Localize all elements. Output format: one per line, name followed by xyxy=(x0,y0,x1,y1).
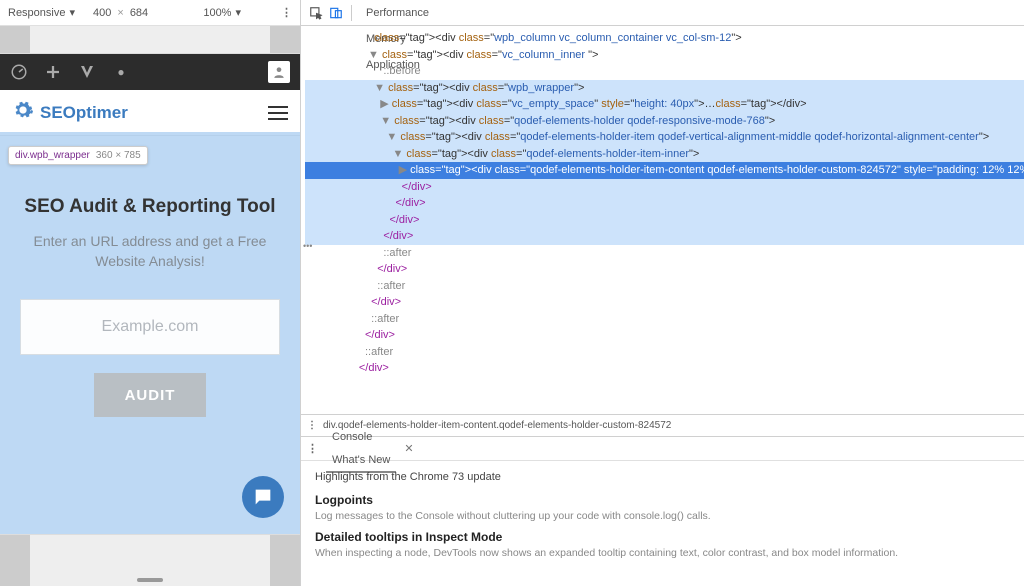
dom-node[interactable]: ::after xyxy=(305,278,1024,295)
chevron-down-icon: ▾ xyxy=(235,6,241,19)
plus-icon[interactable] xyxy=(44,63,62,81)
device-toolbar: Responsive ▾ 400 × 684 100% ▾ ⋮ xyxy=(0,0,300,26)
dom-node[interactable]: ▼ class="tag"><div class="wpb_wrapper"> xyxy=(305,80,1024,97)
rendered-page: ● SEOptimer div.wpb_wrapper 360 × 785 xyxy=(0,54,300,534)
audit-button[interactable]: AUDIT xyxy=(94,373,206,417)
devtools-main-tabs: ElementsConsoleSourcesNetworkPerformance… xyxy=(301,0,1024,26)
dom-node[interactable]: </div> xyxy=(305,360,1024,377)
tooltip-size: 360 × 785 xyxy=(96,150,141,161)
dom-node[interactable]: </div> xyxy=(305,179,1024,196)
inspect-tooltip: div.wpb_wrapper 360 × 785 xyxy=(8,146,148,165)
dom-node[interactable]: ▼ class="tag"><div class="qodef-elements… xyxy=(305,146,1024,163)
tooltip-selector: div.wpb_wrapper xyxy=(15,150,90,161)
dom-node[interactable]: ▶ class="tag"><div class="qodef-elements… xyxy=(305,162,1024,179)
logo-text: SEOptimer xyxy=(40,103,128,123)
breadcrumb-trail[interactable]: ⋮ div.qodef-elements-holder-item-content… xyxy=(301,414,1024,436)
dom-node[interactable]: </div> xyxy=(305,294,1024,311)
device-width-input[interactable]: 400 xyxy=(93,7,111,19)
whats-new-content: Highlights from the Chrome 73 update Log… xyxy=(301,461,1024,586)
dom-node[interactable]: ::after xyxy=(305,311,1024,328)
hero-title: SEO Audit & Reporting Tool xyxy=(14,196,286,218)
dom-node[interactable]: ::after xyxy=(305,245,1024,262)
hero-subtitle: Enter an URL address and get a Free Webs… xyxy=(14,232,286,271)
gear-icon xyxy=(12,99,34,126)
dom-node[interactable]: ▼ class="tag"><div class="qodef-elements… xyxy=(305,113,1024,130)
dom-tree[interactable]: ••• class="tag"><div class="wpb_column v… xyxy=(301,26,1024,414)
device-canvas: ● SEOptimer div.wpb_wrapper 360 × 785 xyxy=(0,26,300,586)
dom-node[interactable]: ::before xyxy=(305,63,1024,80)
devtools-pane: ElementsConsoleSourcesNetworkPerformance… xyxy=(301,0,1024,586)
dashboard-icon[interactable] xyxy=(10,63,28,81)
device-toolbar-menu-icon[interactable]: ⋮ xyxy=(281,6,292,19)
dom-node[interactable]: </div> xyxy=(305,327,1024,344)
device-height-input[interactable]: 684 xyxy=(130,7,148,19)
dom-node[interactable]: </div> xyxy=(305,261,1024,278)
dom-node[interactable]: </div> xyxy=(305,195,1024,212)
dom-node[interactable]: ▼ class="tag"><div class="qodef-elements… xyxy=(305,129,1024,146)
chevron-down-icon: ▾ xyxy=(69,6,75,19)
toggle-device-icon[interactable] xyxy=(327,4,345,22)
zoom-dropdown[interactable]: 100% ▾ xyxy=(203,6,241,19)
edit-vc-icon[interactable] xyxy=(78,63,96,81)
inspect-element-icon[interactable] xyxy=(307,4,325,22)
dom-node[interactable]: ▼ class="tag"><div class="vc_column_inne… xyxy=(305,47,1024,64)
whatsnew-item-desc: Log messages to the Console without clut… xyxy=(315,509,1024,524)
tab-performance[interactable]: Performance xyxy=(358,0,437,26)
site-logo[interactable]: SEOptimer xyxy=(12,99,128,126)
dom-node[interactable]: ::after xyxy=(305,344,1024,361)
hamburger-menu-icon[interactable] xyxy=(268,106,288,120)
drawer-menu-icon[interactable]: ⋮ xyxy=(307,442,318,455)
drawer-tab-console[interactable]: Console xyxy=(326,425,396,449)
site-header: SEOptimer xyxy=(0,90,300,136)
whatsnew-headline: Highlights from the Chrome 73 update xyxy=(315,471,1024,483)
user-avatar[interactable] xyxy=(268,61,290,83)
dom-node[interactable]: ▶ class="tag"><div class="vc_empty_space… xyxy=(305,96,1024,113)
device-preview-pane: Responsive ▾ 400 × 684 100% ▾ ⋮ ● xyxy=(0,0,301,586)
resize-handle-bottom[interactable] xyxy=(137,578,163,582)
comment-icon[interactable]: ● xyxy=(112,63,130,81)
url-input[interactable]: Example.com xyxy=(20,299,280,355)
dom-node[interactable]: class="tag"><div class="wpb_column vc_co… xyxy=(305,30,1024,47)
dimension-separator: × xyxy=(117,7,123,19)
responsive-mode-dropdown[interactable]: Responsive ▾ xyxy=(8,6,75,19)
whatsnew-item-desc: When inspecting a node, DevTools now sho… xyxy=(315,546,1024,561)
gutter-ellipsis: ••• xyxy=(301,240,312,254)
dom-node[interactable]: </div> xyxy=(305,228,1024,245)
whatsnew-item-title: Detailed tooltips in Inspect Mode xyxy=(315,530,1024,544)
close-tab-icon[interactable]: ✕ xyxy=(404,442,413,455)
elements-panel: ••• class="tag"><div class="wpb_column v… xyxy=(301,26,1024,436)
whatsnew-item-title: Logpoints xyxy=(315,493,1024,507)
divider xyxy=(351,5,352,21)
hero-section: SEO Audit & Reporting Tool Enter an URL … xyxy=(0,136,300,417)
page-admin-toolbar: ● xyxy=(0,54,300,90)
dom-node[interactable]: </div> xyxy=(305,212,1024,229)
chat-widget[interactable] xyxy=(242,476,284,518)
drawer-panel: ⋮ ConsoleWhat's New ✕ ✕ Highlights from … xyxy=(301,436,1024,586)
